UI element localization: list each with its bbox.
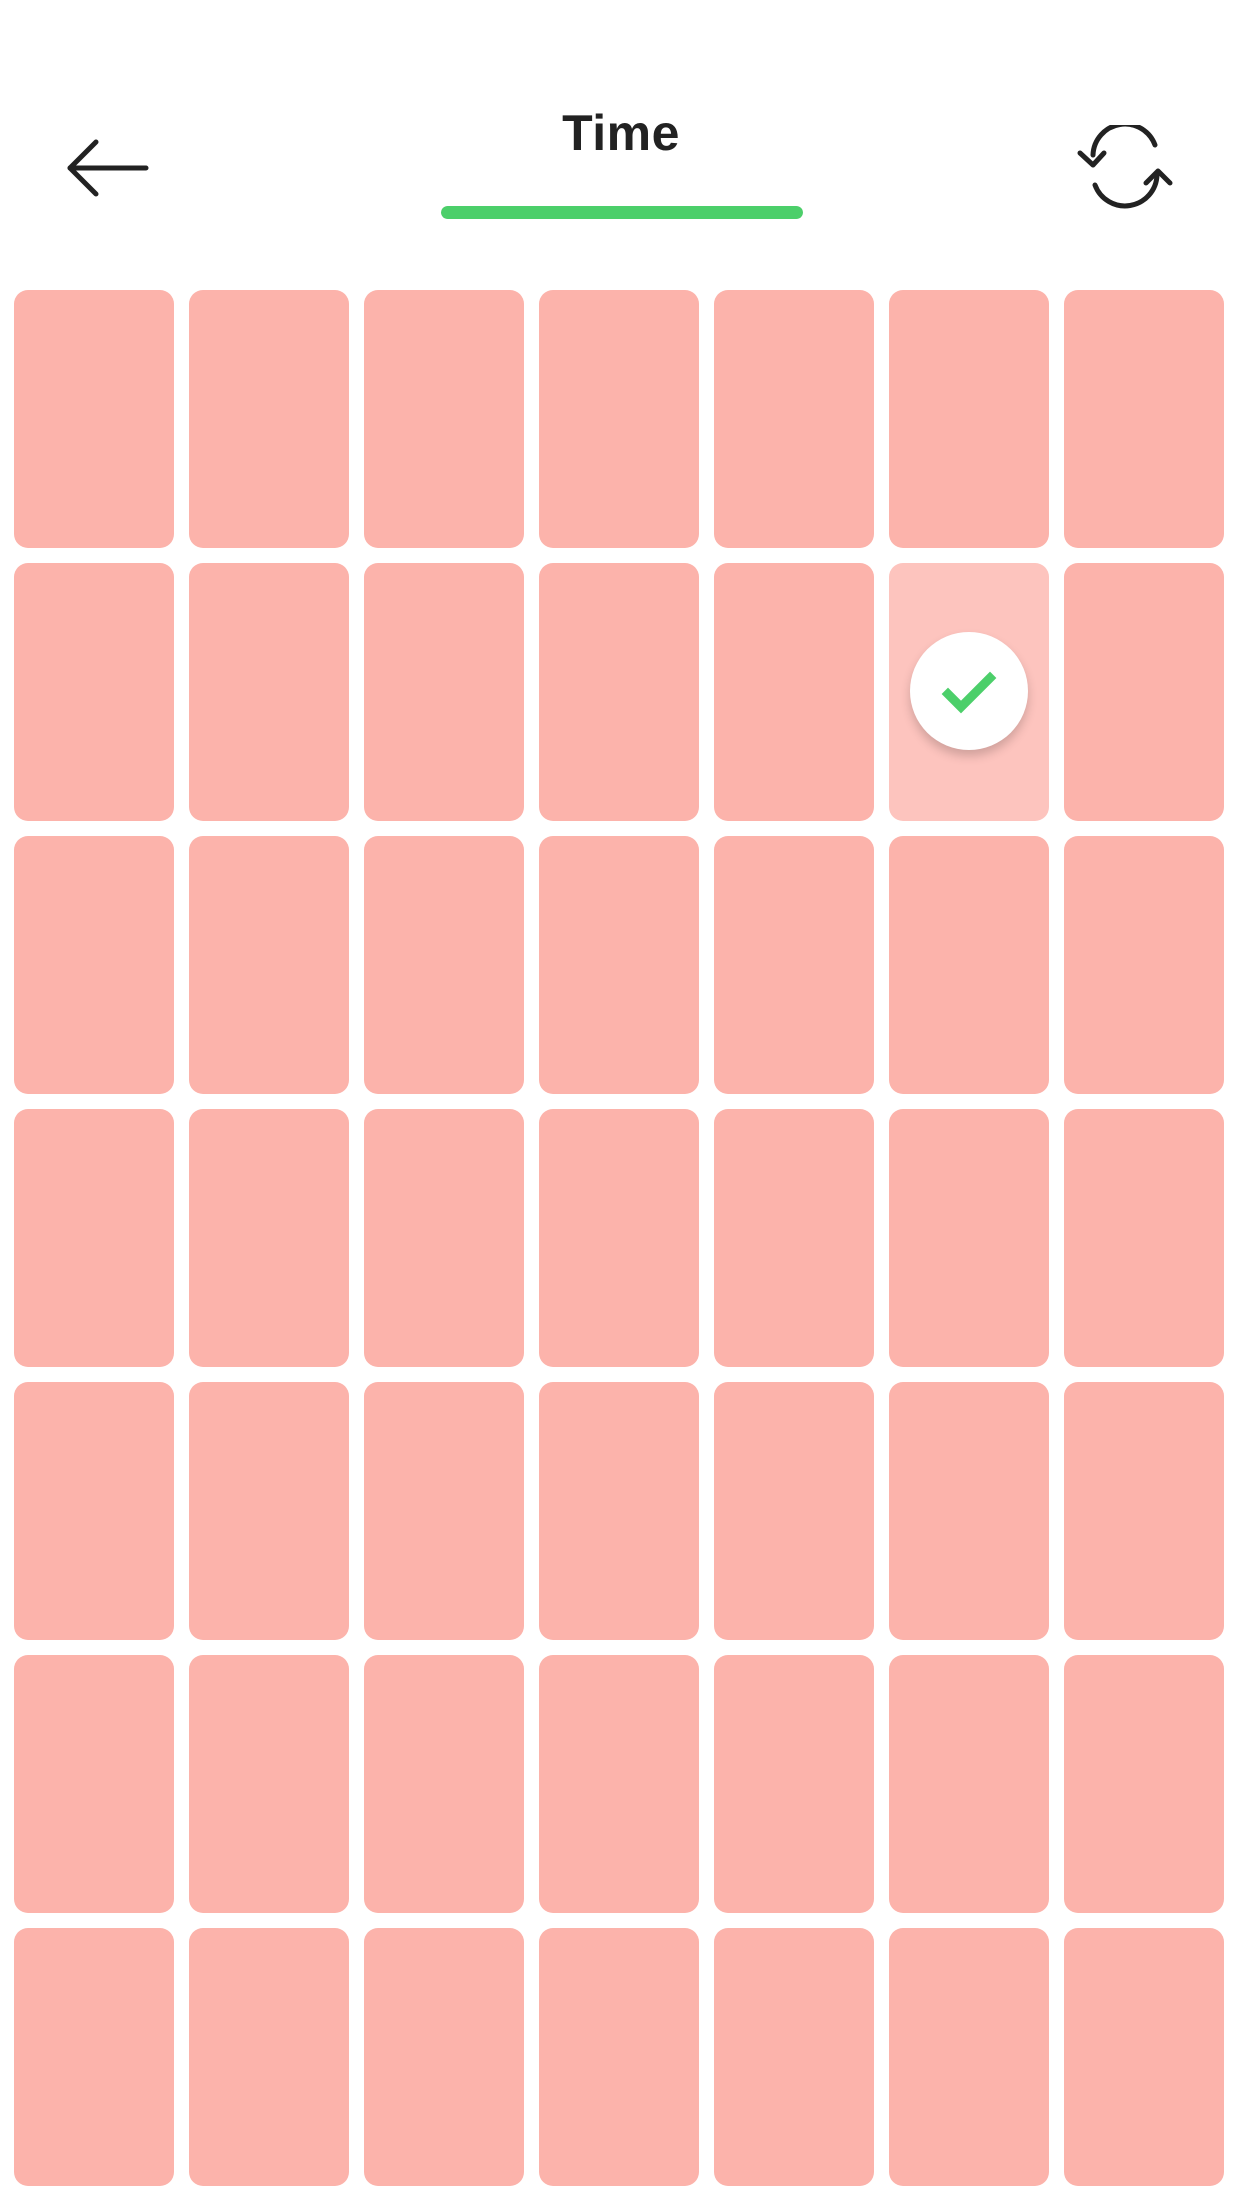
card-cell[interactable] bbox=[714, 290, 874, 548]
card-cell[interactable] bbox=[714, 1655, 874, 1913]
card-cell[interactable] bbox=[539, 290, 699, 548]
timer-progress-fill bbox=[441, 206, 803, 219]
header-bar: Time bbox=[0, 0, 1242, 260]
card-cell[interactable] bbox=[889, 290, 1049, 548]
card-cell[interactable] bbox=[189, 1655, 349, 1913]
card-cell[interactable] bbox=[14, 290, 174, 548]
card-cell[interactable] bbox=[189, 1109, 349, 1367]
card-cell[interactable] bbox=[539, 1109, 699, 1367]
timer-progress-bar bbox=[441, 206, 803, 219]
card-cell[interactable] bbox=[14, 836, 174, 1094]
card-cell[interactable] bbox=[189, 290, 349, 548]
card-cell[interactable] bbox=[14, 1109, 174, 1367]
card-cell[interactable] bbox=[14, 563, 174, 821]
card-cell[interactable] bbox=[364, 1382, 524, 1640]
card-cell[interactable] bbox=[189, 1928, 349, 2186]
refresh-button[interactable] bbox=[1070, 121, 1180, 215]
card-cell[interactable] bbox=[714, 1928, 874, 2186]
card-cell[interactable] bbox=[714, 1109, 874, 1367]
card-cell[interactable] bbox=[889, 1109, 1049, 1367]
card-cell[interactable] bbox=[539, 563, 699, 821]
card-cell[interactable] bbox=[889, 1928, 1049, 2186]
card-grid bbox=[14, 290, 1228, 2186]
arrow-left-icon bbox=[58, 139, 158, 212]
check-badge bbox=[910, 632, 1028, 750]
card-cell[interactable] bbox=[539, 1928, 699, 2186]
card-cell[interactable] bbox=[1064, 290, 1224, 548]
card-cell[interactable] bbox=[14, 1382, 174, 1640]
card-cell[interactable] bbox=[14, 1928, 174, 2186]
card-cell[interactable] bbox=[14, 1655, 174, 1913]
card-cell[interactable] bbox=[1064, 836, 1224, 1094]
card-cell[interactable] bbox=[539, 1382, 699, 1640]
card-cell[interactable] bbox=[1064, 1382, 1224, 1640]
card-cell[interactable] bbox=[889, 1655, 1049, 1913]
card-cell[interactable] bbox=[189, 836, 349, 1094]
card-cell[interactable] bbox=[889, 1382, 1049, 1640]
card-cell[interactable] bbox=[1064, 1109, 1224, 1367]
card-cell[interactable] bbox=[364, 1109, 524, 1367]
card-cell[interactable] bbox=[1064, 1655, 1224, 1913]
card-cell[interactable] bbox=[539, 836, 699, 1094]
card-cell[interactable] bbox=[539, 1655, 699, 1913]
page-title: Time bbox=[562, 105, 680, 161]
card-cell[interactable] bbox=[364, 1928, 524, 2186]
refresh-icon bbox=[1070, 121, 1180, 219]
card-cell[interactable] bbox=[364, 836, 524, 1094]
card-cell-selected[interactable] bbox=[889, 563, 1049, 821]
card-cell[interactable] bbox=[189, 563, 349, 821]
card-cell[interactable] bbox=[1064, 563, 1224, 821]
card-cell[interactable] bbox=[189, 1382, 349, 1640]
card-cell[interactable] bbox=[714, 563, 874, 821]
card-cell[interactable] bbox=[364, 563, 524, 821]
card-cell[interactable] bbox=[364, 1655, 524, 1913]
card-cell[interactable] bbox=[364, 290, 524, 548]
card-cell[interactable] bbox=[714, 1382, 874, 1640]
card-cell[interactable] bbox=[889, 836, 1049, 1094]
card-cell[interactable] bbox=[714, 836, 874, 1094]
card-cell[interactable] bbox=[1064, 1928, 1224, 2186]
